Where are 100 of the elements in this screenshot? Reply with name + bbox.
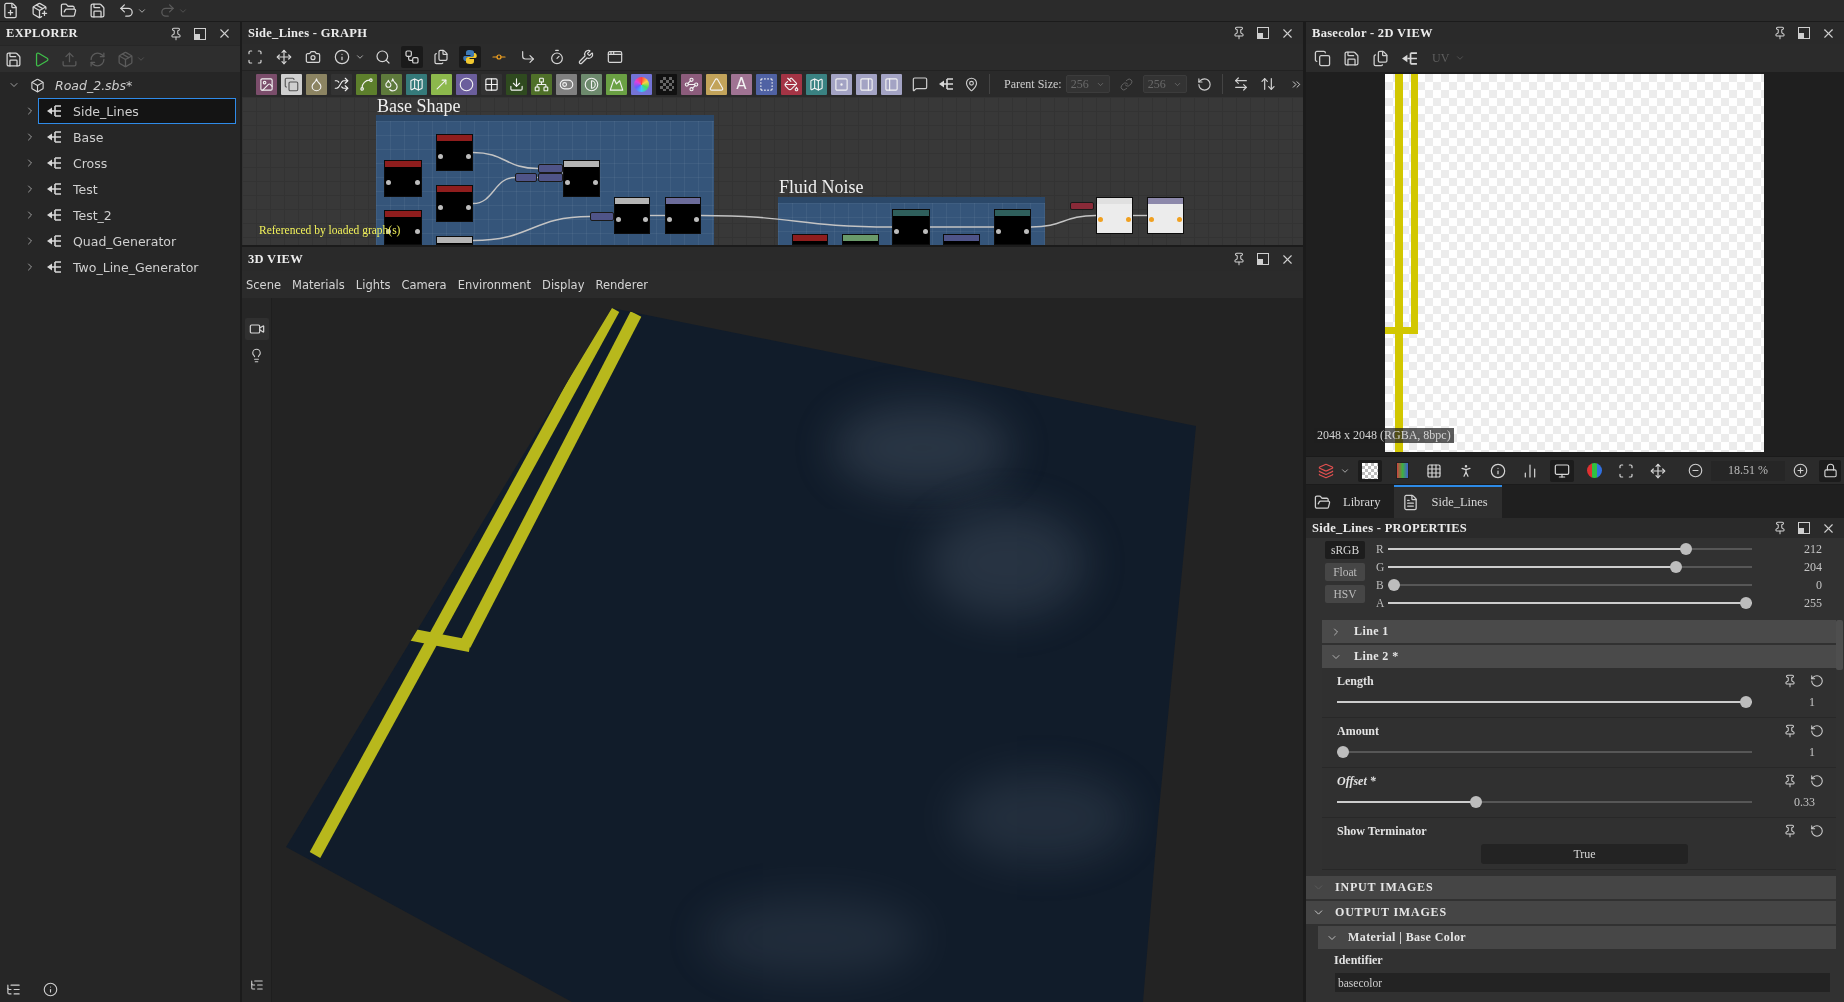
tree-item[interactable]: Side_Lines: [38, 98, 236, 124]
pin-icon[interactable]: [964, 76, 979, 92]
tree-item[interactable]: Road_2.sbs*: [22, 72, 236, 98]
speech-bubble-icon[interactable]: [912, 76, 928, 92]
menu-item[interactable]: Environment: [457, 277, 532, 292]
network-icon[interactable]: [531, 73, 552, 95]
tree-item[interactable]: Cross: [38, 150, 236, 176]
graph-icon[interactable]: [46, 103, 62, 119]
slider-thumb[interactable]: [1740, 597, 1752, 609]
copy-icon[interactable]: [1314, 49, 1331, 67]
graph-node[interactable]: [1096, 197, 1133, 234]
pin-node[interactable]: [590, 212, 614, 221]
lightbulb-icon[interactable]: [249, 348, 264, 363]
group-header[interactable]: Line 1: [1322, 620, 1836, 643]
menu-item[interactable]: Camera: [401, 277, 447, 292]
map-icon[interactable]: [806, 73, 827, 95]
workflow-icon[interactable]: [401, 46, 423, 68]
shuffle-icon[interactable]: [331, 73, 352, 95]
pin-node[interactable]: [1070, 202, 1094, 210]
pin-icon[interactable]: [1783, 724, 1797, 738]
maximize-icon[interactable]: [1798, 522, 1810, 534]
maximize-icon[interactable]: [1257, 253, 1269, 265]
horizontal-arrows-icon[interactable]: [1233, 76, 1250, 92]
zoom-field[interactable]: 18.51 %: [1711, 460, 1785, 481]
menu-item[interactable]: Display: [542, 277, 585, 292]
waypoints-icon[interactable]: [681, 73, 702, 95]
slider-thumb[interactable]: [1470, 796, 1482, 808]
files-icon[interactable]: [1372, 49, 1389, 67]
dock-tab[interactable]: Side_Lines: [1394, 485, 1502, 518]
maximize-icon[interactable]: [1257, 27, 1269, 39]
pin-icon[interactable]: [1232, 252, 1246, 266]
dashed-square-icon[interactable]: [756, 73, 777, 95]
pin-icon[interactable]: [1773, 26, 1787, 40]
tree-item[interactable]: Two_Line_Generator: [38, 254, 236, 280]
save-icon[interactable]: [89, 2, 106, 19]
image-icon[interactable]: [256, 73, 277, 95]
slider-thumb[interactable]: [1669, 561, 1682, 573]
download-icon[interactable]: [506, 73, 527, 95]
menu-item[interactable]: Materials: [292, 277, 345, 292]
pin-icon[interactable]: [1232, 26, 1246, 40]
reset-icon[interactable]: [1810, 774, 1824, 788]
two-tone-logo-icon[interactable]: [459, 46, 481, 68]
node-link[interactable]: [700, 214, 893, 228]
reset-icon[interactable]: [1810, 824, 1824, 838]
vertical-arrows-icon[interactable]: [1260, 76, 1276, 92]
menu-item[interactable]: Scene: [246, 277, 282, 292]
section-header[interactable]: OUTPUT IMAGES: [1306, 901, 1836, 924]
graph-node[interactable]: [943, 234, 980, 245]
graph-node[interactable]: [436, 185, 473, 222]
graph-node[interactable]: [892, 209, 930, 245]
graph-node[interactable]: [665, 197, 701, 234]
graph-node[interactable]: [994, 209, 1031, 245]
droplet-icon[interactable]: [306, 73, 327, 95]
folder-icon[interactable]: [60, 2, 77, 19]
graph-icon[interactable]: [46, 155, 62, 171]
zoom-out-icon[interactable]: [1688, 463, 1703, 478]
folder-icon[interactable]: [1314, 494, 1331, 511]
graph-node[interactable]: [1147, 197, 1184, 234]
map-icon[interactable]: [406, 73, 427, 95]
color-wheel-icon[interactable]: [631, 73, 652, 95]
graph-node[interactable]: [563, 160, 600, 197]
scrollbar-thumb[interactable]: [1836, 620, 1843, 670]
document-icon[interactable]: [1402, 494, 1420, 511]
graph-node[interactable]: [436, 134, 473, 171]
checker-icon[interactable]: [656, 73, 677, 95]
graph-node[interactable]: [384, 160, 422, 197]
graph-node[interactable]: [842, 234, 879, 245]
checker-icon[interactable]: [1358, 459, 1382, 482]
color-mode-button[interactable]: Float: [1325, 563, 1365, 581]
pin-icon[interactable]: [169, 26, 183, 41]
slider-thumb[interactable]: [1740, 696, 1752, 708]
tree-icon[interactable]: [6, 981, 21, 997]
graph-node[interactable]: [792, 234, 828, 245]
panel-icon[interactable]: [881, 73, 902, 95]
graph-icon[interactable]: [46, 181, 62, 197]
graph-icon[interactable]: [46, 129, 62, 145]
menu-item[interactable]: Renderer: [595, 277, 648, 292]
slider-thumb[interactable]: [1337, 746, 1349, 758]
output-header[interactable]: Material | Base Color: [1318, 926, 1836, 949]
node-link[interactable]: [472, 176, 516, 205]
reset-icon[interactable]: [1810, 724, 1824, 738]
reset-icon[interactable]: [1197, 76, 1213, 92]
paint-bucket-icon[interactable]: [781, 73, 802, 95]
tree-item[interactable]: Base: [38, 124, 236, 150]
pin-node[interactable]: [538, 173, 563, 182]
graph-icon[interactable]: [46, 259, 62, 275]
toggle-icon[interactable]: [556, 73, 577, 95]
close-icon[interactable]: [217, 26, 232, 41]
maximize-icon[interactable]: [194, 27, 206, 40]
color-mode-button[interactable]: HSV: [1325, 585, 1365, 603]
monitor-icon[interactable]: [1550, 459, 1574, 482]
tree-item[interactable]: Test_2: [38, 202, 236, 228]
graph-icon[interactable]: [1401, 49, 1418, 67]
droplets-icon[interactable]: [381, 73, 402, 95]
node-link[interactable]: [472, 151, 539, 170]
info-icon[interactable]: [43, 981, 58, 997]
pin-icon[interactable]: [1773, 521, 1787, 535]
identifier-field[interactable]: basecolor: [1335, 973, 1830, 992]
pin-node[interactable]: [515, 173, 537, 182]
save-icon[interactable]: [1343, 49, 1360, 67]
